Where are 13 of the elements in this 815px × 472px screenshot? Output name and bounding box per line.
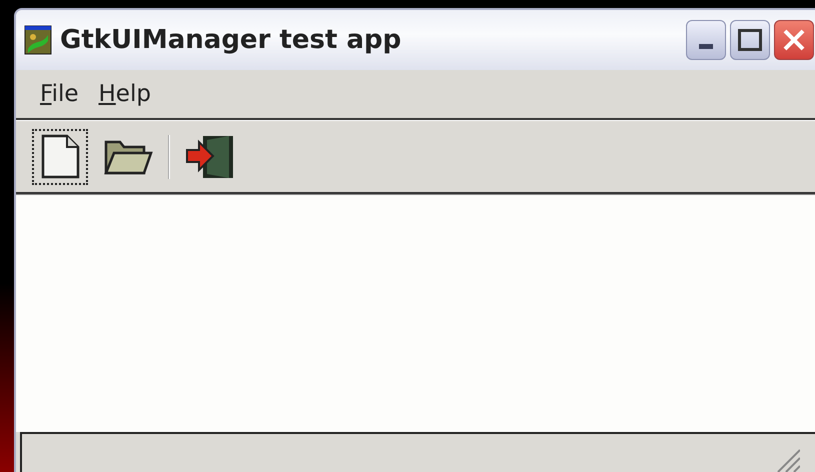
close-button[interactable] <box>774 20 814 60</box>
maximize-button[interactable] <box>730 20 770 60</box>
blank-page-icon <box>40 134 80 180</box>
menu-item[interactable]: Help <box>90 76 159 112</box>
minimize-icon <box>699 44 713 49</box>
window-title: GtkUIManager test app <box>60 24 402 56</box>
minimize-button[interactable] <box>686 20 726 60</box>
app-icon <box>24 25 52 55</box>
menu-item[interactable]: File <box>32 76 86 112</box>
maximize-icon <box>738 29 762 51</box>
exit-door-icon <box>185 134 235 180</box>
close-icon <box>782 28 806 52</box>
toolbar-button[interactable] <box>32 128 88 184</box>
